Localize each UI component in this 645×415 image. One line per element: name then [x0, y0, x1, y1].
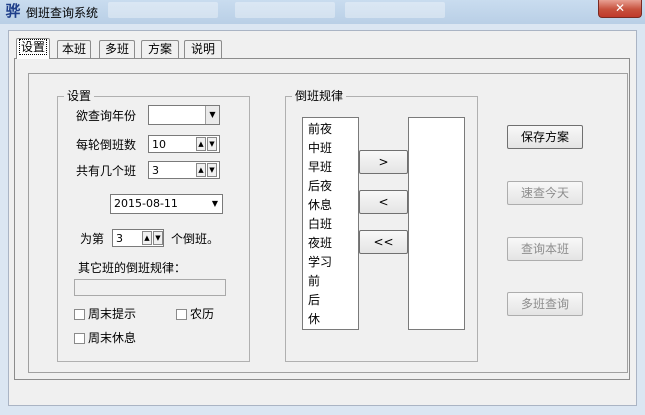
rules-group-title: 倒班规律	[292, 89, 347, 103]
multi-query-button[interactable]: 多班查询	[507, 292, 583, 316]
list-item[interactable]: 休	[308, 311, 320, 327]
other-rule-field[interactable]	[74, 279, 226, 296]
weekend-rest-checkbox[interactable]	[74, 333, 85, 344]
spin-up-icon[interactable]: ▲	[142, 231, 152, 245]
tab-this-shift[interactable]: 本班	[57, 40, 91, 58]
background-glare	[235, 2, 335, 18]
query-shift-button[interactable]: 查询本班	[507, 237, 583, 261]
shift-types-list[interactable]: 前夜 中班 早班 后夜 休息 白班 夜班 学习 前 后 休	[302, 117, 359, 330]
lunar-checkbox[interactable]	[176, 309, 187, 320]
shifts-label: 共有几个班	[76, 164, 137, 178]
list-item[interactable]: 白班	[308, 216, 332, 232]
app-window: 骅 倒班查询系统 ✕ 设置 本班 多班 方案 说明 设置 欲查询年份 ▼ 每轮倒…	[0, 0, 645, 415]
spin-down-icon[interactable]: ▼	[207, 163, 217, 177]
lunar-label: 农历	[190, 307, 215, 321]
app-logo-icon: 骅	[5, 2, 21, 20]
tab-help[interactable]: 说明	[184, 40, 222, 58]
tab-multi-shift[interactable]: 多班	[99, 40, 135, 58]
list-item[interactable]: 后	[308, 292, 320, 308]
background-glare	[108, 2, 218, 18]
save-plan-button[interactable]: 保存方案	[507, 125, 583, 149]
add-rule-button[interactable]: >	[359, 150, 408, 174]
cycle-label: 每轮倒班数	[76, 138, 137, 152]
as-prefix-label: 为第	[80, 232, 105, 246]
list-item[interactable]: 前夜	[308, 121, 332, 137]
other-rule-label: 其它班的倒班规律：	[78, 261, 187, 275]
window-title: 倒班查询系统	[26, 6, 99, 20]
list-item[interactable]: 后夜	[308, 178, 332, 194]
year-label: 欲查询年份	[76, 109, 137, 123]
weekend-rest-label: 周末休息	[88, 331, 137, 345]
clear-rules-button[interactable]: <<	[359, 230, 408, 254]
quick-today-button[interactable]: 速查今天	[507, 181, 583, 205]
year-combo[interactable]: ▼	[148, 105, 220, 125]
date-picker[interactable]: 2015-08-11 ▼	[110, 194, 223, 214]
shifts-value: 3	[152, 164, 159, 177]
tab-label: 设置	[18, 39, 48, 55]
weekend-hint-checkbox[interactable]	[74, 309, 85, 320]
list-item[interactable]: 学习	[308, 254, 332, 270]
shifts-stepper[interactable]: 3 ▲ ▼	[148, 161, 220, 179]
list-item[interactable]: 休息	[308, 197, 332, 213]
list-item[interactable]: 前	[308, 273, 320, 289]
cycle-value: 10	[152, 138, 166, 151]
list-item[interactable]: 夜班	[308, 235, 332, 251]
tab-plan[interactable]: 方案	[141, 40, 179, 58]
date-value: 2015-08-11	[114, 197, 178, 210]
as-suffix-label: 个倒班。	[171, 232, 220, 246]
spin-up-icon[interactable]: ▲	[196, 137, 206, 151]
list-item[interactable]: 中班	[308, 140, 332, 156]
chevron-down-icon[interactable]: ▼	[205, 106, 219, 124]
background-glare	[345, 2, 445, 18]
as-stepper[interactable]: 3 ▲ ▼	[112, 229, 164, 247]
as-value: 3	[116, 232, 123, 245]
settings-group-title: 设置	[64, 89, 95, 103]
remove-rule-button[interactable]: <	[359, 190, 408, 214]
weekend-hint-label: 周末提示	[88, 307, 137, 321]
spin-down-icon[interactable]: ▼	[153, 231, 163, 245]
list-item[interactable]: 早班	[308, 159, 332, 175]
chevron-down-icon[interactable]: ▼	[208, 195, 222, 213]
close-button[interactable]: ✕	[598, 0, 642, 18]
spin-up-icon[interactable]: ▲	[196, 163, 206, 177]
cycle-stepper[interactable]: 10 ▲ ▼	[148, 135, 220, 153]
spin-down-icon[interactable]: ▼	[207, 137, 217, 151]
tab-settings[interactable]: 设置	[16, 38, 50, 59]
rule-sequence-list[interactable]	[408, 117, 465, 330]
